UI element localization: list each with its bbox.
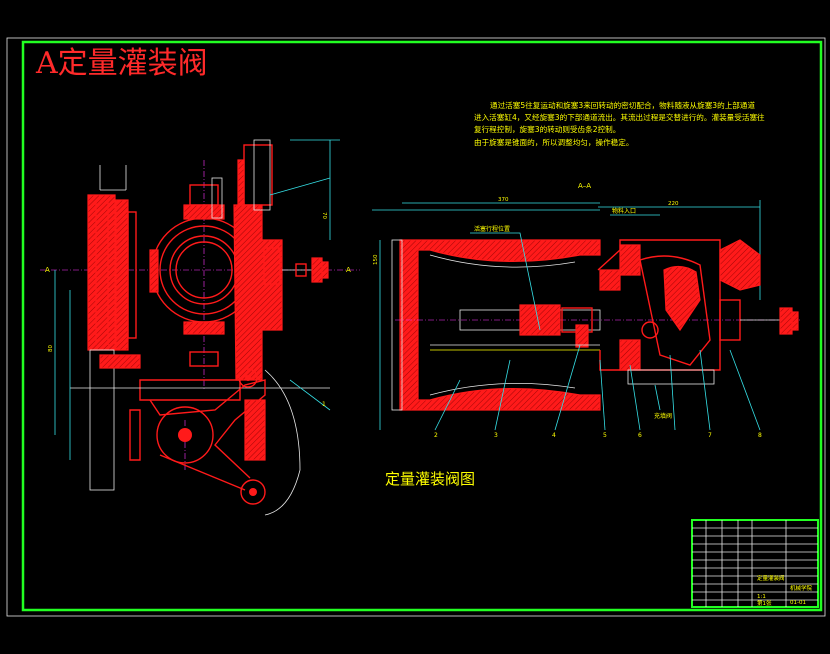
right-dim-a: 370: [498, 197, 509, 203]
cad-drawing: A定量灌装阀 通过活塞5往复运动和旋塞3来回转动的密切配合，物料随液从旋塞3的上…: [6, 37, 826, 617]
note-line-3: 复行程控制，旋塞3的转动则受齿条2控制。: [474, 124, 620, 134]
right-view: A–A 370 220 150 活塞行程位置 物料入口 充填阀 2 3 4 5 …: [372, 182, 800, 439]
section-mark-left: A: [45, 266, 50, 274]
right-part-5: 5: [603, 432, 607, 439]
right-part-6: 6: [638, 432, 642, 439]
left-view: 70 80 A A 1: [40, 139, 360, 516]
right-dim-b: 220: [668, 201, 679, 207]
right-part-2: 2: [434, 432, 438, 439]
label-material-inlet: 物料入口: [612, 207, 636, 215]
drawing-title: A定量灌装阀: [35, 46, 208, 81]
section-mark-right: A: [346, 266, 351, 274]
tb-sheet: 第1张: [757, 599, 772, 607]
right-part-3: 3: [494, 432, 498, 439]
tb-drawing-name: 定量灌装阀: [757, 574, 785, 582]
right-part-8: 8: [758, 432, 762, 439]
right-dim-c: 150: [373, 254, 379, 265]
right-part-7: 7: [708, 432, 712, 439]
note-line-1: 通过活塞5往复运动和旋塞3来回转动的密切配合，物料随液从旋塞3的上部通道: [490, 100, 755, 110]
tb-drawing-no: 01-01: [790, 600, 806, 606]
note-line-4: 由于旋塞是锥面的，所以调整均匀，操作稳定。: [474, 137, 633, 147]
note-line-2: 进入活塞缸4，又经旋塞3的下部通道流出。其流出过程是交替进行的。灌装量受活塞往: [474, 112, 765, 122]
section-label: A–A: [578, 182, 591, 190]
left-part-1: 1: [322, 401, 326, 408]
left-dim-b: 80: [48, 345, 54, 352]
tb-school: 机械学院: [790, 584, 813, 592]
right-part-4: 4: [552, 432, 556, 439]
label-piston-stroke: 活塞行程位置: [474, 225, 510, 233]
title-block: 定量灌装阀 机械学院 01-01 1:1 第1张: [691, 519, 819, 608]
tb-scale: 1:1: [757, 594, 766, 600]
notes-block: 通过活塞5往复运动和旋塞3来回转动的密切配合，物料随液从旋塞3的上部通道 进入活…: [474, 100, 765, 147]
left-dim-a: 70: [321, 212, 327, 219]
drawing-caption: 定量灌装阀图: [385, 470, 475, 488]
label-material-outlet: 充填阀: [654, 412, 672, 420]
